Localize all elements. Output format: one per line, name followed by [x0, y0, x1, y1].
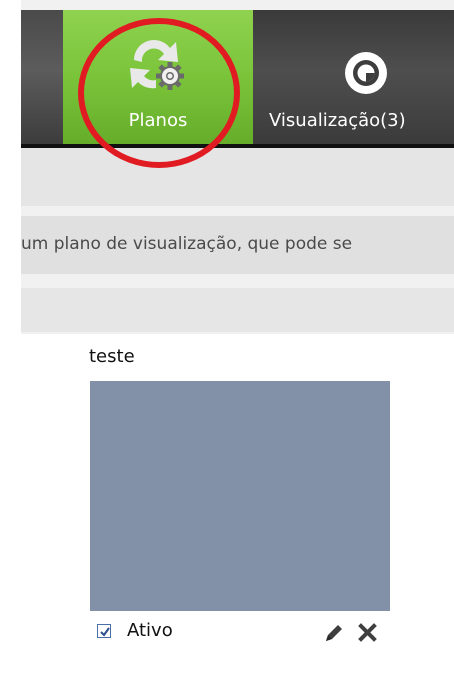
list-header-bar	[21, 288, 454, 332]
tab-visualizacao-label: Visualização(3)	[269, 110, 406, 131]
active-checkbox[interactable]	[97, 624, 111, 638]
delete-x-icon[interactable]	[358, 623, 377, 642]
plan-card-title: teste	[89, 346, 135, 367]
info-text: um plano de visualização, que pode se	[21, 234, 353, 254]
eye-icon	[345, 52, 387, 94]
tab-previous[interactable]	[21, 10, 64, 144]
checkmark-icon	[100, 627, 110, 637]
left-margin	[0, 0, 21, 677]
tab-visualizacao[interactable]: Visualização(3)	[253, 10, 454, 144]
edit-pencil-icon[interactable]	[323, 622, 345, 644]
info-bar: um plano de visualização, que pode se	[21, 216, 454, 274]
annotation-circle	[78, 18, 240, 168]
plan-card-thumbnail[interactable]	[90, 381, 390, 611]
active-label: Ativo	[127, 620, 173, 641]
plan-card-footer: Ativo	[90, 618, 390, 648]
